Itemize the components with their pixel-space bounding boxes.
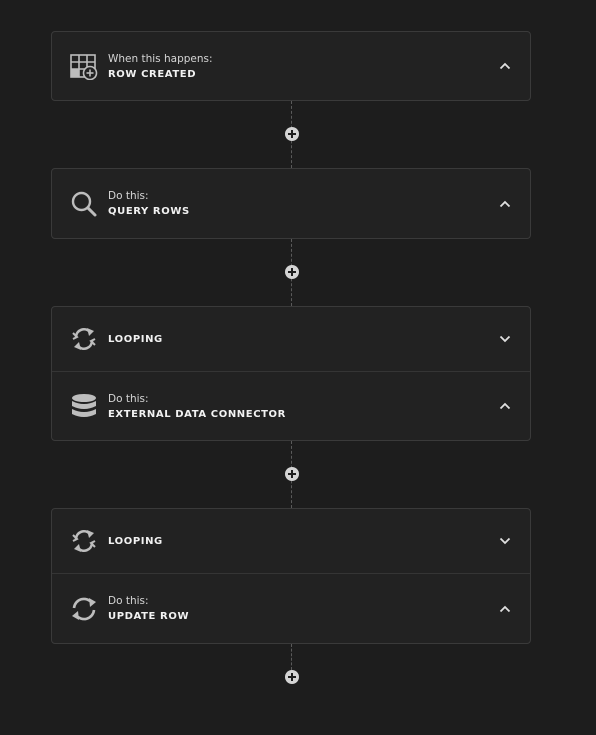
- step-label: Do this:: [108, 595, 149, 607]
- step-name: ROW CREATED: [108, 68, 197, 80]
- connector-line: [291, 644, 292, 670]
- search-icon: [70, 190, 98, 218]
- step-name: LOOPING: [108, 535, 163, 547]
- update-row-texts: Do this: UPDATE ROW: [108, 594, 189, 623]
- chevron-down-icon[interactable]: [498, 332, 512, 346]
- external-data-step-header[interactable]: Do this: EXTERNAL DATA CONNECTOR: [52, 371, 530, 440]
- add-step-button[interactable]: [285, 127, 299, 141]
- step-label: Do this:: [108, 190, 149, 202]
- step-label: When this happens:: [108, 52, 213, 65]
- loop-icon: [70, 325, 98, 353]
- step-name: QUERY ROWS: [108, 206, 190, 217]
- query-rows-block: Do this: QUERY ROWS: [51, 168, 531, 239]
- chevron-up-icon[interactable]: [498, 197, 512, 211]
- add-step-button[interactable]: [285, 265, 299, 279]
- update-row-step-header[interactable]: Do this: UPDATE ROW: [52, 573, 530, 643]
- table-add-icon: [70, 52, 98, 80]
- chevron-up-icon[interactable]: [498, 399, 512, 413]
- looping-step-header[interactable]: LOOPING: [52, 307, 530, 371]
- database-icon: [70, 392, 98, 420]
- refresh-icon: [70, 595, 98, 623]
- step-name: UPDATE ROW: [108, 611, 190, 622]
- looping-texts: LOOPING: [108, 333, 163, 346]
- step-name: EXTERNAL DATA CONNECTOR: [108, 408, 286, 420]
- automation-canvas: When this happens: ROW CREATED Do this: …: [0, 0, 596, 735]
- loop-block-1: LOOPING Do this: EXTERNAL DATA CONNECTOR: [51, 306, 531, 441]
- looping-step-header[interactable]: LOOPING: [52, 509, 530, 573]
- query-rows-step-header[interactable]: Do this: QUERY ROWS: [52, 169, 530, 238]
- trigger-texts: When this happens: ROW CREATED: [108, 52, 213, 81]
- chevron-down-icon[interactable]: [498, 534, 512, 548]
- loop-block-2: LOOPING Do this: UPDATE ROW: [51, 508, 531, 644]
- chevron-up-icon[interactable]: [498, 602, 512, 616]
- add-step-button[interactable]: [285, 467, 299, 481]
- external-data-texts: Do this: EXTERNAL DATA CONNECTOR: [108, 392, 286, 421]
- loop-icon: [70, 527, 98, 555]
- trigger-step-header[interactable]: When this happens: ROW CREATED: [52, 32, 530, 100]
- add-step-button[interactable]: [285, 670, 299, 684]
- query-rows-texts: Do this: QUERY ROWS: [108, 189, 190, 218]
- step-label: Do this:: [108, 392, 149, 405]
- chevron-up-icon[interactable]: [498, 59, 512, 73]
- trigger-block: When this happens: ROW CREATED: [51, 31, 531, 101]
- step-name: LOOPING: [108, 333, 163, 345]
- looping-texts: LOOPING: [108, 535, 163, 548]
